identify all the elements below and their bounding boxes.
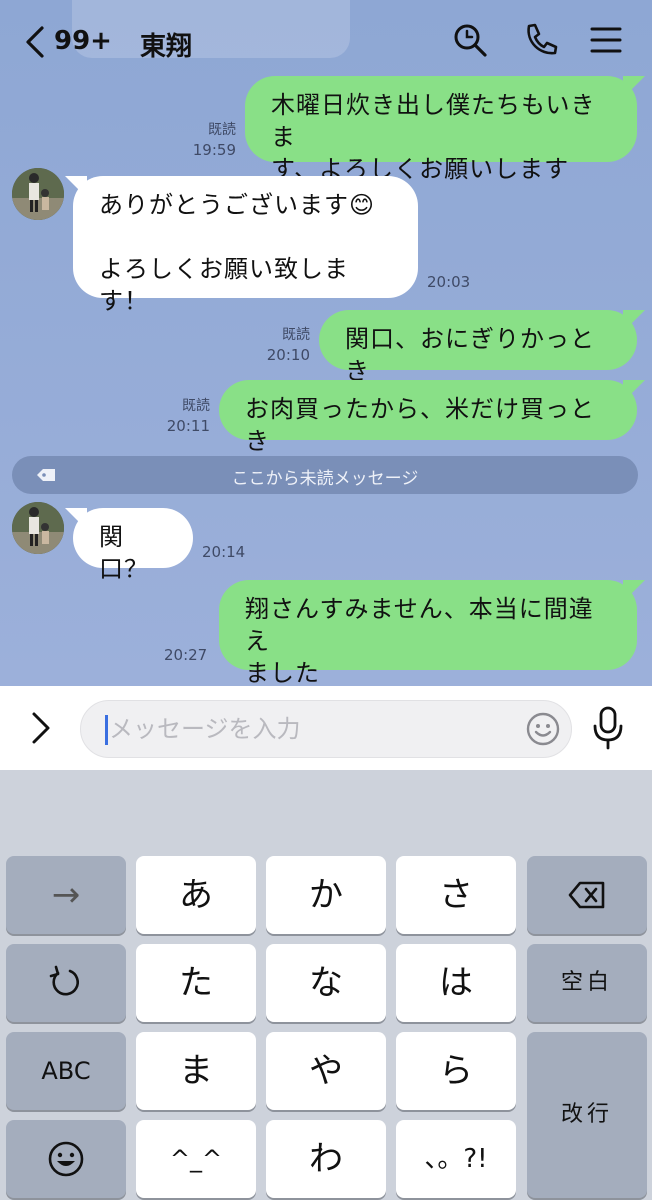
message-bubble-received[interactable]: ありがとうございます😊 よろしくお願い致します！ — [73, 176, 418, 315]
avatar[interactable] — [12, 168, 64, 220]
text-caret — [105, 715, 108, 745]
chevron-left-icon — [26, 26, 44, 58]
message-time: 19:59 — [192, 141, 236, 159]
message-time: 20:10 — [266, 346, 310, 364]
chevron-right-icon — [32, 712, 50, 744]
menu-button[interactable] — [586, 20, 626, 60]
kana-keyboard: → あ か さ た な は 空白 ABC ま や ら 改行 ^_^ わ 、。?! — [0, 770, 652, 1200]
message-text: ありがとうございます😊 — [99, 191, 376, 219]
message-time: 20:03 — [427, 273, 471, 291]
key-emoji[interactable] — [6, 1120, 126, 1198]
unread-divider: ここから未読メッセージ — [12, 456, 638, 494]
message-time: 20:11 — [166, 417, 210, 435]
key-sa[interactable]: さ — [396, 856, 516, 934]
message-text: よろしくお願い致します！ — [99, 255, 349, 315]
key-a[interactable]: あ — [136, 856, 256, 934]
backspace-icon — [568, 881, 605, 909]
key-space[interactable]: 空白 — [527, 944, 647, 1022]
key-ma[interactable]: ま — [136, 1032, 256, 1110]
message-input[interactable] — [109, 701, 509, 757]
message-meta: 既読 19:59 — [184, 120, 236, 160]
read-receipt: 既読 — [282, 327, 310, 343]
message-text: 翔さんすみません、本当に間違え — [245, 595, 594, 655]
menu-icon — [590, 27, 622, 53]
avatar-photo — [12, 502, 64, 554]
message-time: 20:14 — [202, 543, 246, 561]
voice-input-button[interactable] — [590, 704, 626, 752]
key-undo[interactable] — [6, 944, 126, 1022]
key-ka[interactable]: か — [266, 856, 386, 934]
chat-header: 99+ 東翔 — [0, 0, 652, 84]
key-kaomoji[interactable]: ^_^ — [136, 1120, 256, 1198]
message-input-bar — [0, 686, 652, 770]
emoji-icon — [48, 1141, 84, 1177]
message-bubble-sent[interactable]: 関口、おにぎりかっとき — [319, 310, 637, 385]
message-bubble-received[interactable]: 関口？ — [73, 508, 193, 583]
expand-button[interactable] — [26, 708, 56, 748]
message-bubble-sent[interactable]: お肉買ったから、米だけ買っとき — [219, 380, 637, 455]
key-arrow[interactable]: → — [6, 856, 126, 934]
key-ta[interactable]: た — [136, 944, 256, 1022]
emoji-button[interactable] — [525, 711, 561, 747]
message-text: お肉買ったから、米だけ買っとき — [245, 395, 595, 455]
avatar-photo — [12, 168, 64, 220]
key-ra[interactable]: ら — [396, 1032, 516, 1110]
message-text: 関口？ — [99, 523, 149, 583]
message-meta: 既読 20:10 — [258, 325, 310, 365]
message-time: 20:27 — [164, 646, 208, 664]
unread-divider-label: ここから未読メッセージ — [231, 469, 419, 489]
undo-icon — [49, 965, 79, 996]
call-button[interactable] — [520, 20, 560, 60]
avatar[interactable] — [12, 502, 64, 554]
key-na[interactable]: な — [266, 944, 386, 1022]
key-punctuation[interactable]: 、。?! — [396, 1120, 516, 1198]
chat-title: 東翔 — [140, 32, 193, 62]
message-bubble-sent[interactable]: 木曜日炊き出し僕たちもいきま す、よろしくお願いします — [245, 76, 637, 183]
mic-icon — [593, 706, 623, 750]
key-abc[interactable]: ABC — [6, 1032, 126, 1110]
message-bubble-sent[interactable]: 翔さんすみません、本当に間違え ました — [219, 580, 637, 686]
key-ya[interactable]: や — [266, 1032, 386, 1110]
message-field[interactable] — [80, 700, 572, 758]
key-ha[interactable]: は — [396, 944, 516, 1022]
phone-icon — [527, 23, 558, 55]
key-enter[interactable]: 改行 — [527, 1032, 647, 1198]
message-text: 木曜日炊き出し僕たちもいきま — [271, 91, 596, 151]
message-text: ました — [245, 659, 320, 686]
back-button[interactable] — [18, 22, 58, 62]
key-backspace[interactable] — [527, 856, 647, 934]
key-wa[interactable]: わ — [266, 1120, 386, 1198]
read-receipt: 既読 — [182, 398, 210, 414]
search-icon — [454, 24, 487, 57]
chat-area: 99+ 東翔 既読 19:59 木曜日炊き出し僕たちもいきま す、よろしくお願い… — [0, 0, 652, 686]
message-text: 関口、おにぎりかっとき — [345, 325, 595, 385]
smiley-icon — [526, 712, 560, 746]
read-receipt: 既読 — [208, 122, 236, 138]
search-button[interactable] — [450, 20, 490, 60]
unread-count[interactable]: 99+ — [54, 26, 112, 56]
message-meta: 既読 20:11 — [158, 396, 210, 436]
